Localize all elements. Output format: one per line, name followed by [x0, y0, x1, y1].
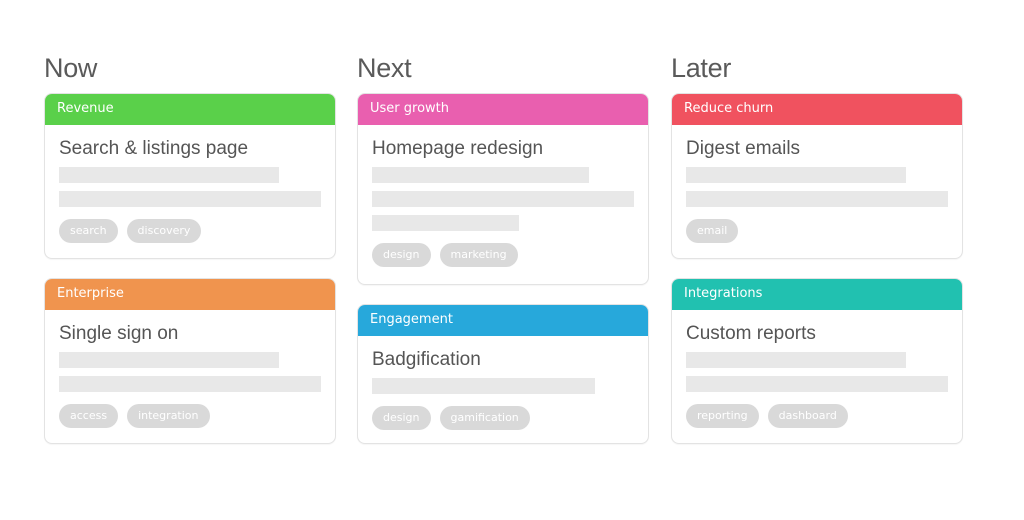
- card-body: Custom reports reporting dashboard: [672, 310, 962, 428]
- placeholder-text-line: [686, 376, 948, 392]
- tag-chip[interactable]: discovery: [126, 219, 202, 243]
- tag-chip[interactable]: search: [59, 219, 118, 243]
- column-title: Now: [44, 53, 98, 83]
- roadmap-card[interactable]: Revenue Search & listings page search disco…: [44, 93, 336, 259]
- tag-chip[interactable]: email: [686, 219, 739, 243]
- card-title: Badgification: [372, 349, 481, 370]
- tag-chip[interactable]: access: [59, 404, 119, 428]
- column-next: Next User growth Homepage redesign design m…: [357, 52, 649, 444]
- placeholder-text-line: [59, 167, 280, 183]
- placeholder-text-line: [59, 352, 280, 368]
- placeholder-text-line: [59, 191, 321, 207]
- card-body: Search & listings page search discovery: [45, 125, 335, 243]
- column-title: Later: [671, 53, 732, 83]
- tag-chip[interactable]: gamification: [439, 406, 530, 430]
- tag-list: reporting dashboard: [686, 404, 948, 428]
- roadmap-card[interactable]: Enterprise Single sign on access integratio…: [44, 278, 336, 444]
- placeholder-text-line: [372, 378, 595, 394]
- roadmap-card[interactable]: Reduce churn Digest emails email: [671, 93, 963, 259]
- placeholder-text-line: [372, 167, 590, 183]
- card-title: Custom reports: [686, 323, 816, 344]
- roadmap-card[interactable]: Integrations Custom reports reporting dashb…: [671, 278, 963, 444]
- tag-list: design marketing: [372, 243, 634, 267]
- roadmap-card[interactable]: User growth Homepage redesign design market…: [357, 93, 649, 285]
- placeholder-text-line: [686, 352, 907, 368]
- column-now: Now Revenue Search & listings page search d…: [44, 52, 336, 444]
- placeholder-text-line: [686, 167, 907, 183]
- placeholder-text-line: [372, 191, 634, 207]
- column-title: Next: [357, 53, 412, 83]
- roadmap-card[interactable]: Engagement Badgification design gamificatio…: [357, 304, 649, 444]
- card-title: Single sign on: [59, 323, 179, 344]
- tag-chip[interactable]: design: [372, 243, 431, 267]
- tag-list: search discovery: [59, 219, 321, 243]
- placeholder-text-line: [372, 215, 519, 231]
- placeholder-text-line: [686, 191, 948, 207]
- tag-list: email: [686, 219, 948, 243]
- card-body: Badgification design gamification: [358, 336, 648, 430]
- card-category-header: Integrations: [672, 279, 962, 310]
- card-category-header: Revenue: [45, 94, 335, 125]
- card-category-header: Enterprise: [45, 279, 335, 310]
- tag-chip[interactable]: integration: [127, 404, 210, 428]
- card-category-header: Engagement: [358, 305, 648, 336]
- tag-chip[interactable]: design: [372, 406, 431, 430]
- card-title: Search & listings page: [59, 138, 249, 159]
- tag-list: design gamification: [372, 406, 634, 430]
- card-title: Homepage redesign: [372, 138, 544, 159]
- tag-chip[interactable]: reporting: [686, 404, 759, 428]
- placeholder-text-line: [59, 376, 321, 392]
- card-title: Digest emails: [686, 138, 801, 159]
- tag-list: access integration: [59, 404, 321, 428]
- card-category-header: User growth: [358, 94, 648, 125]
- card-body: Homepage redesign design marketing: [358, 125, 648, 267]
- card-category-header: Reduce churn: [672, 94, 962, 125]
- tag-chip[interactable]: marketing: [439, 243, 518, 267]
- card-body: Single sign on access integration: [45, 310, 335, 428]
- card-body: Digest emails email: [672, 125, 962, 243]
- column-later: Later Reduce churn Digest emails email Int…: [671, 52, 963, 444]
- tag-chip[interactable]: dashboard: [767, 404, 848, 428]
